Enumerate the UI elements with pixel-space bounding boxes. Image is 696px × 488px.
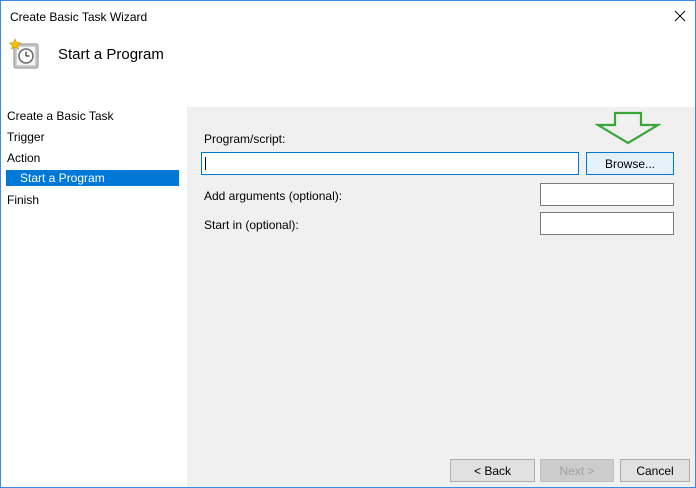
task-scheduler-icon [9, 38, 39, 69]
down-arrow-annotation [595, 111, 661, 145]
start-in-label: Start in (optional): [204, 218, 299, 232]
browse-button[interactable]: Browse... [586, 152, 674, 175]
wizard-header: Start a Program [1, 32, 695, 107]
close-button[interactable] [665, 1, 695, 31]
page-title: Start a Program [58, 46, 164, 63]
cancel-button[interactable]: Cancel [620, 459, 690, 482]
add-arguments-label: Add arguments (optional): [204, 189, 343, 203]
back-button[interactable]: < Back [450, 459, 535, 482]
wizard-steps-nav: Create a Basic Task Trigger Action Start… [1, 107, 187, 487]
nav-item-action[interactable]: Action [7, 150, 40, 166]
window-title: Create Basic Task Wizard [10, 10, 148, 24]
text-caret [205, 157, 206, 170]
nav-item-trigger[interactable]: Trigger [7, 129, 45, 145]
nav-item-start-a-program[interactable]: Start a Program [6, 170, 179, 186]
close-icon [674, 10, 686, 22]
program-script-input[interactable] [201, 152, 579, 175]
add-arguments-input[interactable] [540, 183, 674, 206]
start-in-input[interactable] [540, 212, 674, 235]
program-script-label: Program/script: [204, 132, 286, 146]
title-bar: Create Basic Task Wizard [1, 1, 695, 32]
nav-item-create-basic-task[interactable]: Create a Basic Task [7, 108, 114, 124]
next-button[interactable]: Next > [540, 459, 614, 482]
nav-item-finish[interactable]: Finish [7, 192, 39, 208]
wizard-window: Create Basic Task Wizard Start a Program… [0, 0, 696, 488]
wizard-content: Program/script: Browse... Add arguments … [187, 107, 695, 487]
